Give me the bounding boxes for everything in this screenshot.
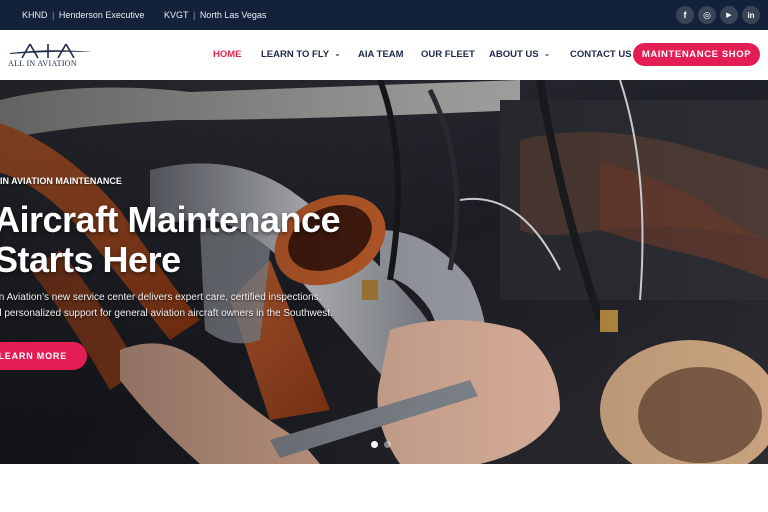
chevron-down-icon: ⌄ xyxy=(543,49,551,58)
nav-contact-us[interactable]: CONTACT US xyxy=(570,49,632,60)
airport-name: North Las Vegas xyxy=(199,10,267,20)
nav-learn-to-fly[interactable]: LEARN TO FLY ⌄ xyxy=(261,49,341,60)
logo-text: ALL IN AVIATION xyxy=(8,59,77,68)
nav-about-us[interactable]: ABOUT US ⌄ xyxy=(489,49,550,60)
airport-name: Henderson Executive xyxy=(58,10,145,20)
youtube-icon[interactable]: ▶ xyxy=(720,6,738,24)
airport-code: KHND xyxy=(22,10,48,20)
learn-more-button[interactable]: LEARN MORE xyxy=(0,342,87,370)
slider-dot-1[interactable] xyxy=(371,441,378,448)
chevron-down-icon: ⌄ xyxy=(334,49,341,58)
linkedin-icon[interactable]: in xyxy=(742,6,760,24)
hero-headline-line-2: Starts Here xyxy=(0,239,181,280)
hero-headline-line-1: Aircraft Maintenance xyxy=(0,199,341,240)
hero-eyebrow: IN AVIATION MAINTENANCE xyxy=(0,176,122,186)
slider-dot-2[interactable] xyxy=(384,441,391,448)
airport-khnd[interactable]: KHND | Henderson Executive xyxy=(22,10,144,20)
nav-label: CONTACT US xyxy=(570,49,632,60)
nav-label: ABOUT US xyxy=(489,49,539,60)
nav-aia-team[interactable]: AIA TEAM xyxy=(358,49,404,60)
nav-our-fleet[interactable]: OUR FLEET xyxy=(421,49,475,60)
airport-kvgt[interactable]: KVGT | North Las Vegas xyxy=(164,10,266,20)
slider-pagination xyxy=(371,441,391,448)
hero-slider: IN AVIATION MAINTENANCE Aircraft Mainten… xyxy=(0,80,768,464)
nav-label: OUR FLEET xyxy=(421,49,475,60)
nav-label: LEARN TO FLY xyxy=(261,49,330,60)
instagram-icon[interactable]: ◎ xyxy=(698,6,716,24)
nav-label: HOME xyxy=(213,49,242,60)
maintenance-shop-button[interactable]: MAINTENANCE SHOP xyxy=(633,43,760,66)
hero-description-line-2: d personalized support for general aviat… xyxy=(0,308,333,319)
social-links: f ◎ ▶ in xyxy=(676,6,760,24)
nav-label: AIA TEAM xyxy=(358,49,404,60)
top-bar: KHND | Henderson Executive KVGT | North … xyxy=(0,0,768,30)
facebook-icon[interactable]: f xyxy=(676,6,694,24)
hero-description-line-1: In Aviation’s new service center deliver… xyxy=(0,292,322,303)
airport-code: KVGT xyxy=(164,10,189,20)
nav-home[interactable]: HOME xyxy=(213,49,242,60)
